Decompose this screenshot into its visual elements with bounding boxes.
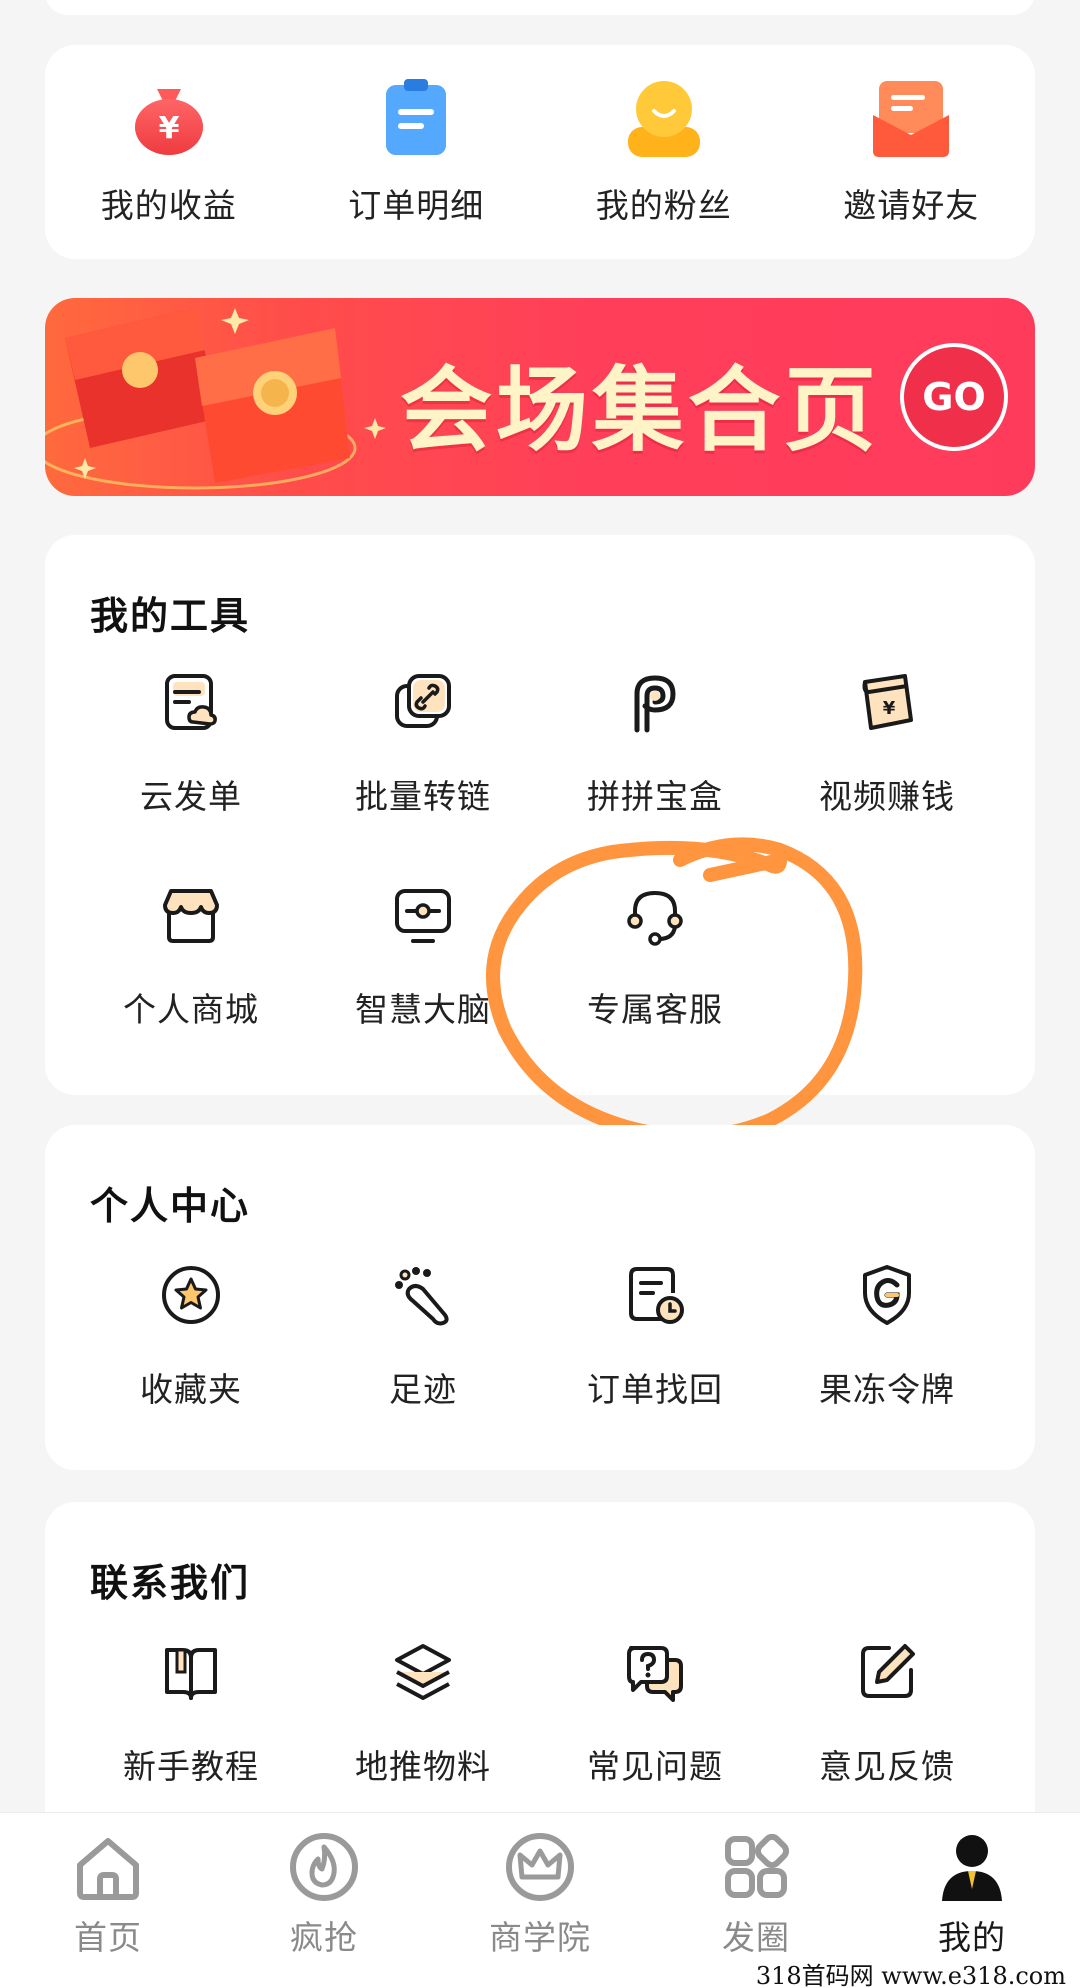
tab-home[interactable]: 首页 bbox=[0, 1813, 216, 1988]
quick-item-orders[interactable]: 订单明细 bbox=[293, 45, 541, 259]
quick-item-earnings[interactable]: ¥ 我的收益 bbox=[45, 45, 293, 259]
tab-label: 发圈 bbox=[722, 1918, 790, 1957]
tools-row-1: 云发单 批量转链 拼拼宝盒 ¥ 视频赚钱 bbox=[45, 670, 1035, 818]
flame-icon bbox=[290, 1833, 358, 1901]
svg-text:¥: ¥ bbox=[158, 111, 179, 146]
red-envelope-illustration bbox=[45, 308, 386, 490]
tools-row-2: 个人商城 智慧大脑 专属客服 bbox=[45, 883, 1035, 1031]
link-convert-icon bbox=[395, 674, 451, 728]
money-bag-icon: ¥ bbox=[134, 89, 203, 155]
question-chat-icon bbox=[627, 1646, 683, 1702]
contact-label: 新手教程 bbox=[123, 1747, 259, 1786]
tool-label: 智慧大脑 bbox=[355, 990, 491, 1029]
banner-go-button[interactable]: GO bbox=[900, 343, 1008, 451]
tool-cloud-post[interactable]: 云发单 bbox=[75, 670, 307, 818]
tab-label: 商学院 bbox=[489, 1918, 591, 1957]
monitor-icon bbox=[395, 889, 451, 943]
tool-exclusive-service[interactable]: 专属客服 bbox=[539, 883, 771, 1031]
tab-rush[interactable]: 疯抢 bbox=[216, 1813, 432, 1988]
profile-icon bbox=[942, 1835, 1002, 1901]
quick-actions-card: ¥ 我的收益 订单明细 我的粉丝 邀请好友 bbox=[45, 45, 1035, 259]
quick-label: 邀请好友 bbox=[843, 186, 980, 225]
quick-label: 我的收益 bbox=[100, 186, 237, 225]
section-title-contact: 联系我们 bbox=[90, 1561, 251, 1605]
personal-footprint[interactable]: 足迹 bbox=[307, 1263, 539, 1411]
contact-label: 意见反馈 bbox=[819, 1747, 955, 1786]
tool-batch-link[interactable]: 批量转链 bbox=[307, 670, 539, 818]
tool-video-earn[interactable]: ¥ 视频赚钱 bbox=[771, 670, 1003, 818]
contact-materials[interactable]: 地推物料 bbox=[307, 1640, 539, 1788]
tool-label: 专属客服 bbox=[587, 990, 723, 1029]
personal-jelly-token[interactable]: 果冻令牌 bbox=[771, 1263, 1003, 1411]
book-icon bbox=[165, 1648, 217, 1700]
contact-tutorial[interactable]: 新手教程 bbox=[75, 1640, 307, 1788]
shield-g-icon bbox=[863, 1265, 911, 1325]
quick-label: 我的粉丝 bbox=[595, 186, 732, 225]
svg-text:¥: ¥ bbox=[883, 698, 896, 719]
quick-item-invite[interactable]: 邀请好友 bbox=[788, 45, 1036, 259]
video-earn-icon: ¥ bbox=[862, 674, 913, 730]
footprint-icon bbox=[395, 1267, 449, 1326]
user-smile-icon bbox=[627, 81, 700, 157]
clipboard-icon bbox=[386, 79, 447, 155]
headset-icon bbox=[627, 890, 683, 946]
site-watermark: 318首码网 www.e318.com bbox=[749, 1956, 1072, 1988]
banner-title: 会场集合页 bbox=[400, 357, 881, 464]
personal-favorites[interactable]: 收藏夹 bbox=[75, 1263, 307, 1411]
grid-icon bbox=[725, 1833, 790, 1898]
edit-icon bbox=[861, 1644, 915, 1698]
tool-pinpin-box[interactable]: 拼拼宝盒 bbox=[539, 670, 771, 818]
cloud-post-icon bbox=[165, 674, 217, 730]
envelope-icon bbox=[873, 81, 950, 157]
personal-label: 收藏夹 bbox=[140, 1370, 242, 1409]
tab-label: 疯抢 bbox=[290, 1918, 358, 1957]
tool-label: 批量转链 bbox=[355, 777, 491, 816]
store-icon bbox=[163, 889, 219, 943]
contact-label: 常见问题 bbox=[587, 1747, 723, 1786]
order-clock-icon bbox=[629, 1267, 684, 1324]
personal-label: 果冻令牌 bbox=[819, 1370, 955, 1409]
tab-label: 我的 bbox=[938, 1918, 1006, 1957]
tab-academy[interactable]: 商学院 bbox=[432, 1813, 648, 1988]
crown-icon bbox=[506, 1833, 574, 1901]
star-icon bbox=[162, 1266, 220, 1324]
tool-label: 视频赚钱 bbox=[819, 777, 955, 816]
venue-banner[interactable]: 会场集合页 GO bbox=[45, 298, 1035, 496]
personal-order-recover[interactable]: 订单找回 bbox=[539, 1263, 771, 1411]
layers-icon bbox=[395, 1644, 451, 1700]
quick-item-fans[interactable]: 我的粉丝 bbox=[540, 45, 788, 259]
tab-label: 首页 bbox=[74, 1918, 142, 1957]
home-icon bbox=[77, 1838, 139, 1900]
quick-label: 订单明细 bbox=[348, 186, 485, 225]
contact-feedback[interactable]: 意见反馈 bbox=[771, 1640, 1003, 1788]
personal-row: 收藏夹 足迹 订单找回 果冻令牌 bbox=[45, 1263, 1035, 1411]
contact-label: 地推物料 bbox=[355, 1747, 491, 1786]
tool-label: 个人商城 bbox=[123, 990, 259, 1029]
pinpin-icon bbox=[634, 675, 676, 733]
tool-label: 云发单 bbox=[140, 777, 242, 816]
personal-center-card: 个人中心 收藏夹 足迹 订单找回 果冻令牌 bbox=[45, 1125, 1035, 1470]
tool-label: 拼拼宝盒 bbox=[587, 777, 723, 816]
top-card-edge bbox=[45, 0, 1035, 15]
tool-personal-store[interactable]: 个人商城 bbox=[75, 883, 307, 1031]
personal-label: 足迹 bbox=[389, 1370, 457, 1409]
tool-smart-brain[interactable]: 智慧大脑 bbox=[307, 883, 539, 1031]
personal-label: 订单找回 bbox=[587, 1370, 723, 1409]
tools-card: 我的工具 云发单 批量转链 拼拼宝盒 ¥ 视频赚钱 个人商城 智慧大脑 专属客服 bbox=[45, 535, 1035, 1095]
section-title-tools: 我的工具 bbox=[90, 594, 251, 638]
section-title-personal: 个人中心 bbox=[90, 1184, 251, 1228]
contact-row: 新手教程 地推物料 常见问题 意见反馈 bbox=[45, 1640, 1035, 1788]
contact-faq[interactable]: 常见问题 bbox=[539, 1640, 771, 1788]
